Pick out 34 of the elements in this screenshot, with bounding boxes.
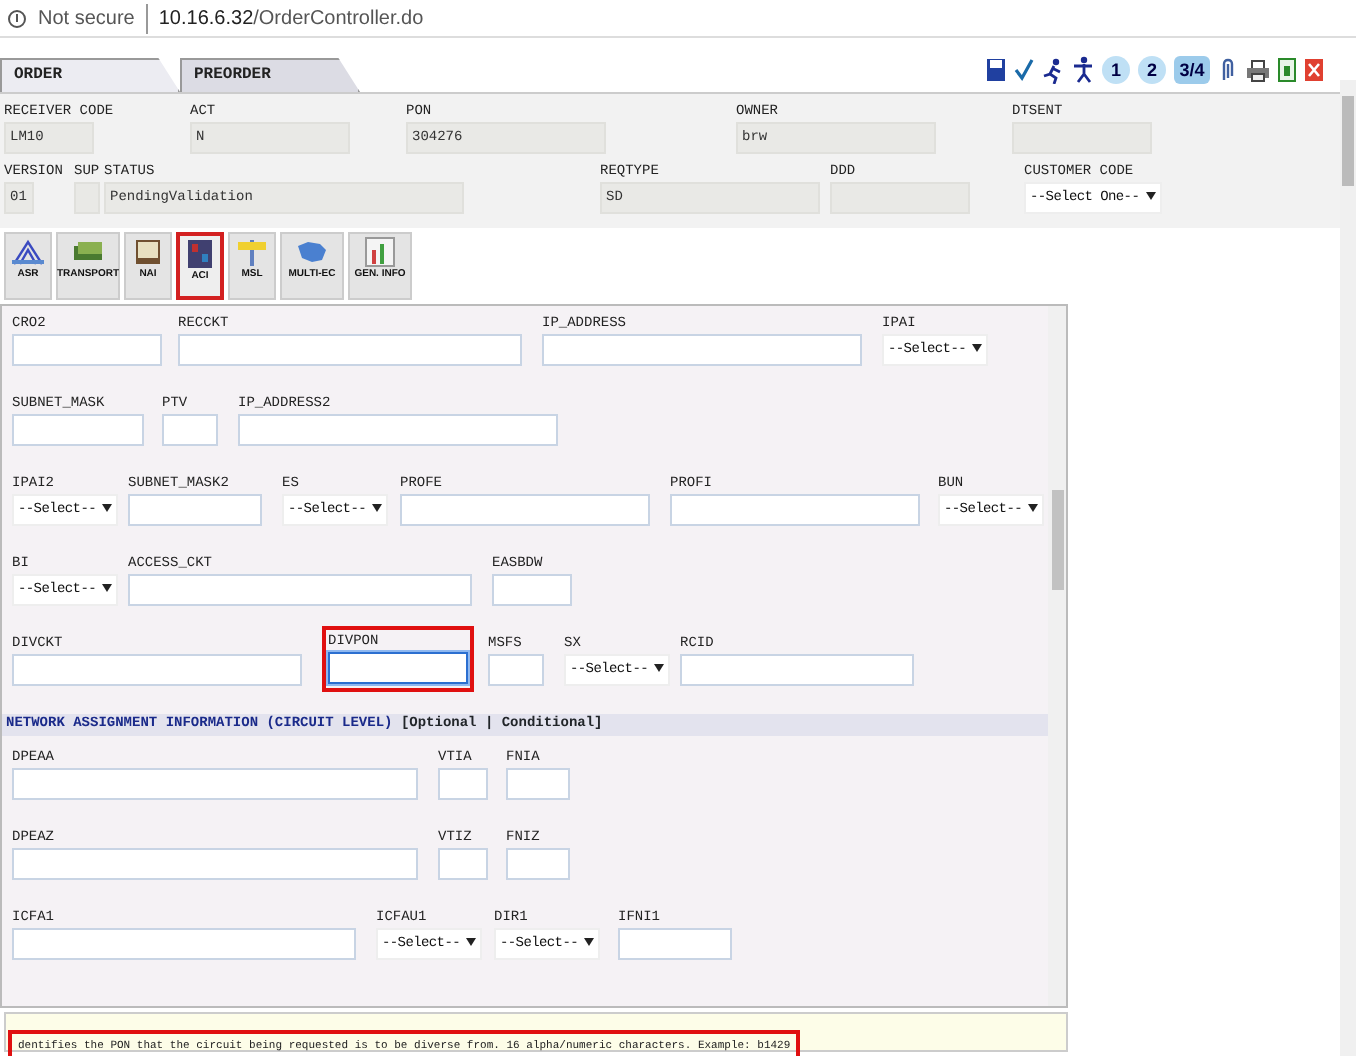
printer-icon[interactable] bbox=[1246, 59, 1270, 81]
caret-icon bbox=[1145, 192, 1156, 201]
chart-icon bbox=[364, 236, 396, 268]
circuit-board-icon bbox=[184, 238, 216, 270]
close-icon[interactable] bbox=[1304, 58, 1324, 82]
walking-person-icon[interactable] bbox=[1072, 56, 1094, 84]
caret-icon bbox=[1028, 504, 1039, 513]
step-button[interactable]: 3/4 bbox=[1174, 56, 1210, 84]
input-field[interactable] bbox=[328, 652, 468, 684]
signpost-icon bbox=[236, 236, 268, 268]
caret-icon bbox=[372, 504, 383, 513]
paperclip-icon[interactable] bbox=[1218, 58, 1238, 82]
check-icon[interactable] bbox=[1014, 58, 1034, 82]
step-button[interactable]: 2 bbox=[1138, 56, 1166, 84]
page-scrollbar[interactable] bbox=[1340, 80, 1356, 1056]
book-icon bbox=[132, 236, 164, 268]
caret-icon bbox=[654, 664, 665, 673]
runner-icon[interactable] bbox=[1042, 57, 1064, 83]
caret-icon bbox=[102, 584, 113, 593]
tab[interactable]: PREORDER bbox=[180, 58, 360, 92]
save-icon[interactable] bbox=[986, 58, 1006, 82]
info-icon bbox=[8, 9, 26, 27]
bridge-icon bbox=[12, 236, 44, 268]
caret-icon bbox=[466, 938, 477, 947]
security-label: Not secure bbox=[38, 5, 135, 33]
caret-icon bbox=[584, 938, 595, 947]
map-icon bbox=[296, 236, 328, 268]
tab[interactable]: ORDER bbox=[0, 58, 180, 92]
step-button[interactable]: 1 bbox=[1102, 56, 1130, 84]
scrollbar[interactable] bbox=[1048, 306, 1066, 1006]
caret-icon bbox=[102, 504, 113, 513]
document-icon[interactable] bbox=[1278, 58, 1296, 82]
url-text[interactable]: 10.16.6.32/OrderController.do bbox=[146, 3, 424, 33]
caret-icon bbox=[972, 344, 983, 353]
